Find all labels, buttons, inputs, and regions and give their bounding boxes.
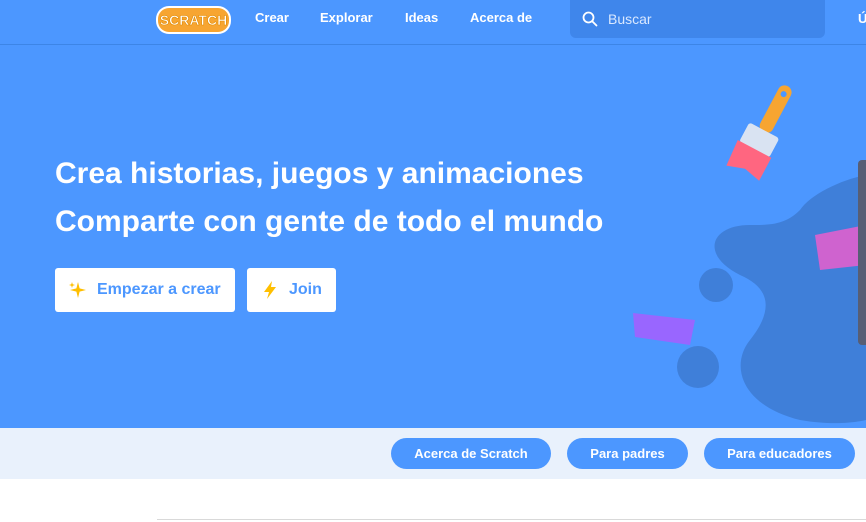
join-button[interactable]: Join (247, 268, 336, 312)
nav-join-cut[interactable]: Ú (858, 11, 866, 26)
device-edge (858, 160, 866, 345)
lightning-icon (264, 281, 276, 299)
hero-title-line1: Crea historias, juegos y animaciones (55, 157, 584, 190)
nav-ideas[interactable]: Ideas (405, 11, 438, 25)
content-divider (157, 519, 866, 520)
paint-drop-large (677, 346, 719, 388)
paint-splash (714, 175, 866, 424)
hero-illustration (633, 85, 866, 424)
nav-explorar[interactable]: Explorar (320, 11, 373, 25)
search-input[interactable] (608, 11, 808, 27)
hero-title-line2: Comparte con gente de todo el mundo (55, 205, 604, 238)
nav-crear[interactable]: Crear (255, 11, 289, 25)
search-icon (582, 11, 598, 27)
hero-banner: Crea historias, juegos y animaciones Com… (0, 45, 866, 428)
search-box (570, 0, 825, 38)
purple-chip-left (633, 313, 695, 345)
scratch-logo[interactable]: SCRATCH (155, 5, 232, 35)
join-label: Join (289, 281, 322, 298)
about-scratch-pill[interactable]: Acerca de Scratch (391, 438, 551, 469)
nav-acerca-de[interactable]: Acerca de (470, 11, 532, 25)
logo-text: SCRATCH (160, 12, 227, 28)
for-parents-pill[interactable]: Para padres (567, 438, 688, 469)
sparkle-icon (69, 282, 86, 298)
start-creating-button[interactable]: Empezar a crear (55, 268, 235, 312)
info-subbar: Acerca de Scratch Para padres Para educa… (0, 428, 866, 479)
paintbrush-icon (726, 85, 792, 181)
top-navbar: SCRATCH Crear Explorar Ideas Acerca de Ú (0, 0, 866, 45)
start-creating-label: Empezar a crear (97, 281, 221, 298)
for-educators-pill[interactable]: Para educadores (704, 438, 855, 469)
paint-drop-small (699, 268, 733, 302)
